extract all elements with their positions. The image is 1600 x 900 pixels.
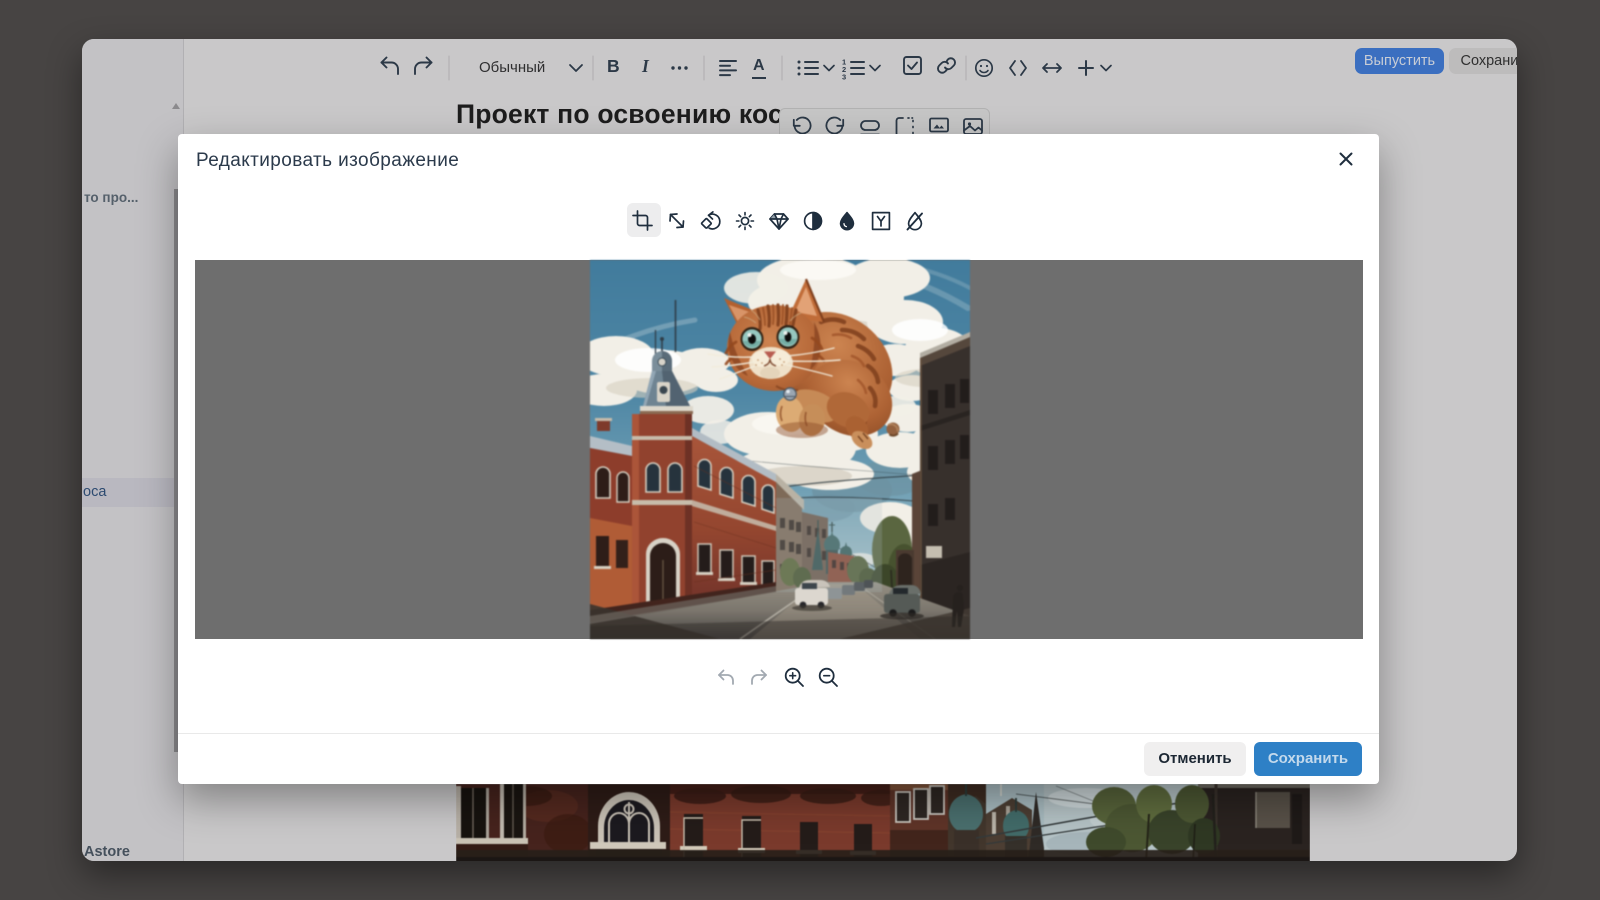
svg-text:3: 3 <box>842 73 846 82</box>
